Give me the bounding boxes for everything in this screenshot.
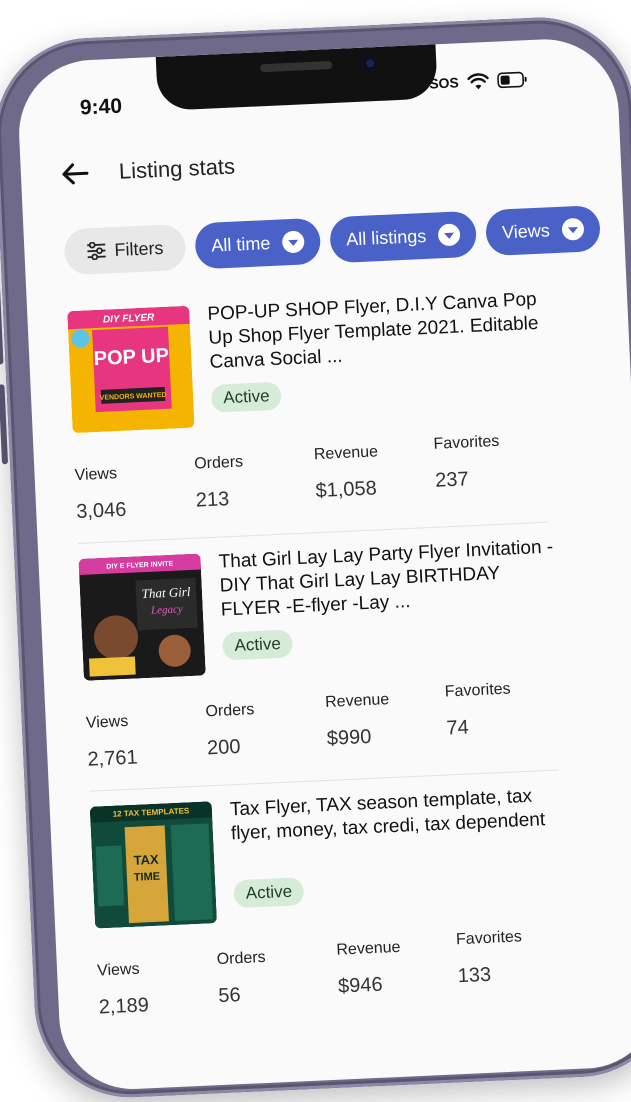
filter-chip-bar: Filters All time All listings Views <box>63 205 601 276</box>
stat-label: Favorites <box>433 432 500 453</box>
phone-screen: 9:40 SOS Listing stats Filters All time … <box>15 36 631 1093</box>
stat-label: Favorites <box>455 928 523 949</box>
notch <box>155 44 438 111</box>
chevron-down-icon <box>561 217 585 241</box>
listing-thumbnail: DIY FLYER POP UP VENDORS WANTED <box>67 305 195 434</box>
that-girl-flyer-image: DIY E FLYER INVITE That Girl Legacy <box>78 553 206 681</box>
stat-label: Orders <box>193 453 244 473</box>
stat-value: 2,761 <box>87 746 139 771</box>
stat-label: Revenue <box>336 938 401 959</box>
thumb-subline: Legacy <box>150 603 183 616</box>
time-range-label: All time <box>210 232 271 256</box>
stat-views: Views 3,046 <box>74 465 127 524</box>
stat-value: $946 <box>337 973 384 998</box>
thumb-headline: POP UP <box>93 345 169 370</box>
status-badge: Active <box>221 629 294 661</box>
stat-value: 2,189 <box>98 994 150 1019</box>
stat-label: Revenue <box>324 691 390 711</box>
screen-header: Listing stats <box>60 153 236 188</box>
listing-title[interactable]: That Girl Lay Lay Party Flyer Invitation… <box>218 535 561 622</box>
status-badge: Active <box>233 877 305 909</box>
chevron-down-icon <box>437 223 461 247</box>
listing-thumbnail: 12 TAX TEMPLATES TAX TIME <box>89 801 218 929</box>
sos-indicator: SOS <box>428 74 460 92</box>
stat-views: Views 2,189 <box>97 960 150 1019</box>
sliders-icon <box>87 241 106 261</box>
listings-dropdown[interactable]: All listings <box>329 210 478 264</box>
thumb-headline: TAX <box>133 852 159 868</box>
status-badge: Active <box>210 381 283 413</box>
filters-label: Filters <box>113 237 164 260</box>
listing-title[interactable]: POP-UP SHOP Flyer, D.I.Y Canva Pop Up Sh… <box>207 288 550 375</box>
stat-orders: Orders 200 <box>205 701 256 760</box>
stat-value: 74 <box>445 716 470 740</box>
front-camera <box>361 54 379 72</box>
stat-value: $990 <box>326 725 372 750</box>
stat-revenue: Revenue $990 <box>325 691 392 751</box>
battery-icon <box>496 71 527 89</box>
stat-revenue: Revenue $1,058 <box>314 443 381 503</box>
filters-button[interactable]: Filters <box>63 223 187 276</box>
back-arrow-icon[interactable] <box>60 161 89 186</box>
stat-label: Favorites <box>444 680 511 701</box>
stat-value: 237 <box>434 468 470 492</box>
stat-label: Revenue <box>313 443 379 464</box>
stat-label: Views <box>96 960 140 980</box>
chevron-down-icon <box>281 230 305 254</box>
stat-value: 200 <box>206 735 241 760</box>
tax-flyer-image: 12 TAX TEMPLATES TAX TIME <box>89 801 218 929</box>
popup-flyer-image: DIY FLYER POP UP VENDORS WANTED <box>67 305 195 434</box>
page-title: Listing stats <box>118 153 236 184</box>
stat-favorites: Favorites 133 <box>456 928 524 988</box>
stat-label: Views <box>74 465 118 485</box>
views-chip-label: Views <box>501 219 551 242</box>
views-dropdown[interactable]: Views <box>485 205 601 257</box>
listing-stats: Views 2,189 Orders 56 Revenue $946 Favor… <box>96 928 559 1037</box>
stat-value: 3,046 <box>75 498 127 524</box>
thumb-caption: DIY FLYER <box>103 312 156 325</box>
speaker-grille <box>260 60 333 73</box>
status-icons: SOS <box>429 70 527 92</box>
stat-orders: Orders 56 <box>216 949 267 1008</box>
stat-value: 133 <box>457 963 492 988</box>
stat-favorites: Favorites 74 <box>444 681 512 741</box>
listing-title[interactable]: Tax Flyer, TAX season template, tax flye… <box>229 783 571 846</box>
thumb-subline: TIME <box>134 871 161 884</box>
stat-value: $1,058 <box>315 477 378 503</box>
status-time: 9:40 <box>79 94 123 120</box>
phone-mockup: 9:40 SOS Listing stats Filters All time … <box>0 0 631 1102</box>
stat-label: Orders <box>216 948 266 969</box>
wifi-icon <box>466 73 489 90</box>
time-range-dropdown[interactable]: All time <box>194 217 322 270</box>
stat-value: 213 <box>195 488 230 512</box>
thumb-headline: That Girl <box>141 584 191 601</box>
stat-revenue: Revenue $946 <box>336 939 403 999</box>
stat-label: Views <box>85 712 129 732</box>
stat-label: Orders <box>205 701 255 721</box>
listings-label: All listings <box>345 225 427 250</box>
stat-orders: Orders 213 <box>194 453 245 512</box>
listing-thumbnail: DIY E FLYER INVITE That Girl Legacy <box>78 553 206 681</box>
stat-favorites: Favorites 237 <box>433 433 501 493</box>
stat-value: 56 <box>217 984 242 1008</box>
stat-views: Views 2,761 <box>86 713 139 772</box>
listing-card[interactable]: DIY FLYER POP UP VENDORS WANTED POP-UP S… <box>67 289 556 545</box>
